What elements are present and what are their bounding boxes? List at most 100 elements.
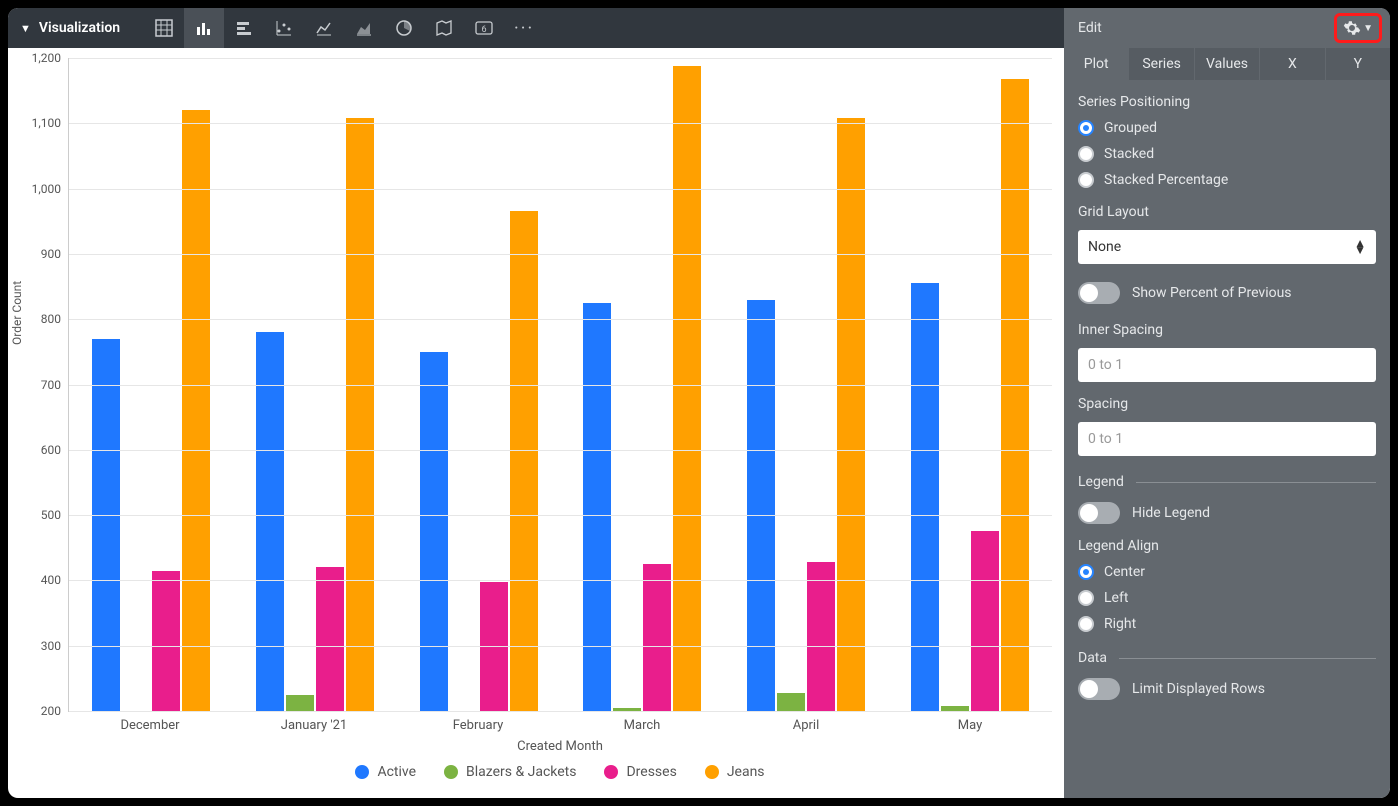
x-tick-label: December — [68, 712, 232, 733]
bar[interactable] — [420, 352, 448, 711]
spacing-input[interactable]: 0 to 1 — [1078, 422, 1376, 456]
tab-series[interactable]: Series — [1129, 48, 1194, 80]
gridline — [69, 515, 1052, 516]
bar[interactable] — [837, 118, 865, 711]
y-axis-label: Order Count — [10, 281, 24, 345]
gridline — [69, 580, 1052, 581]
tab-y[interactable]: Y — [1326, 48, 1390, 80]
y-tick-label: 1,100 — [32, 116, 69, 130]
inner-spacing-input[interactable]: 0 to 1 — [1078, 348, 1376, 382]
edit-title: Edit — [1078, 20, 1102, 36]
bar[interactable] — [152, 571, 180, 711]
data-section-header: Data — [1078, 650, 1107, 666]
gridline — [69, 189, 1052, 190]
legend-swatch — [705, 765, 719, 779]
legend-label: Dresses — [626, 764, 676, 780]
legend-label: Blazers & Jackets — [466, 764, 576, 780]
legend-swatch — [444, 765, 458, 779]
bar[interactable] — [286, 695, 314, 711]
legend-item[interactable]: Dresses — [604, 764, 676, 780]
grid-layout-select[interactable]: None ▲▼ — [1078, 230, 1376, 264]
show-percent-label: Show Percent of Previous — [1132, 285, 1292, 301]
x-axis-label: Created Month — [68, 733, 1052, 764]
bar[interactable] — [1001, 79, 1029, 711]
chart-type-picker: 6 ··· — [144, 8, 544, 48]
radio-align-center[interactable]: Center — [1078, 564, 1376, 580]
tab-x[interactable]: X — [1260, 48, 1325, 80]
radio-align-right[interactable]: Right — [1078, 616, 1376, 632]
bar[interactable] — [182, 110, 210, 711]
chart-container: Order Count 2003004005006007008009001,00… — [8, 48, 1064, 798]
grid-layout-label: Grid Layout — [1078, 204, 1376, 220]
chart-type-line[interactable] — [304, 8, 344, 48]
gridline — [69, 385, 1052, 386]
legend-align-label: Legend Align — [1078, 538, 1376, 554]
toggle-hide-legend[interactable] — [1078, 502, 1120, 524]
legend-section-header: Legend — [1078, 474, 1124, 490]
y-tick-label: 1,000 — [32, 182, 69, 196]
y-tick-label: 500 — [41, 508, 69, 522]
plot-area: 2003004005006007008009001,0001,1001,200 — [68, 58, 1052, 712]
edit-tabs: Plot Series Values X Y — [1064, 48, 1390, 80]
left-panel: ▼ Visualization 6 ··· Order Count — [8, 8, 1064, 798]
bar[interactable] — [316, 567, 344, 711]
chart-type-bar[interactable] — [184, 8, 224, 48]
tab-values[interactable]: Values — [1195, 48, 1260, 80]
legend-item[interactable]: Blazers & Jackets — [444, 764, 576, 780]
chart-type-scatter[interactable] — [264, 8, 304, 48]
panel-title-toggle[interactable]: ▼ Visualization — [20, 20, 120, 36]
spacing-label: Spacing — [1078, 396, 1376, 412]
bar[interactable] — [971, 531, 999, 711]
chart-type-horizontal-bar[interactable] — [224, 8, 264, 48]
series-positioning-label: Series Positioning — [1078, 94, 1376, 110]
select-arrows-icon: ▲▼ — [1354, 240, 1366, 254]
bar[interactable] — [911, 283, 939, 711]
bar[interactable] — [92, 339, 120, 711]
bar[interactable] — [256, 332, 284, 711]
x-tick-label: March — [560, 712, 724, 733]
chevron-down-icon: ▼ — [1363, 23, 1373, 34]
y-tick-label: 200 — [41, 704, 69, 718]
chart-type-area[interactable] — [344, 8, 384, 48]
radio-align-left[interactable]: Left — [1078, 590, 1376, 606]
chart-type-pie[interactable] — [384, 8, 424, 48]
settings-menu-button[interactable]: ▼ — [1334, 13, 1382, 43]
x-tick-label: May — [888, 712, 1052, 733]
y-tick-label: 300 — [41, 639, 69, 653]
radio-stacked[interactable]: Stacked — [1078, 146, 1376, 162]
toggle-limit-rows[interactable] — [1078, 678, 1120, 700]
y-tick-label: 800 — [41, 312, 69, 326]
radio-stacked-percentage[interactable]: Stacked Percentage — [1078, 172, 1376, 188]
x-tick-label: February — [396, 712, 560, 733]
bar[interactable] — [583, 303, 611, 711]
legend-item[interactable]: Jeans — [705, 764, 765, 780]
bar[interactable] — [346, 118, 374, 711]
y-tick-label: 900 — [41, 247, 69, 261]
bar[interactable] — [777, 693, 805, 711]
bar[interactable] — [510, 211, 538, 711]
edit-panel: Edit ▼ Plot Series Values X Y Series Pos… — [1064, 8, 1390, 798]
chart-type-single-value[interactable]: 6 — [464, 8, 504, 48]
collapse-triangle-icon: ▼ — [20, 22, 31, 35]
bar[interactable] — [747, 300, 775, 711]
tab-plot[interactable]: Plot — [1064, 48, 1129, 80]
chart-legend: Active Blazers & Jackets Dresses Jeans — [68, 764, 1052, 792]
radio-grouped[interactable]: Grouped — [1078, 120, 1376, 136]
gridline — [69, 646, 1052, 647]
bar[interactable] — [673, 66, 701, 711]
x-axis-labels: DecemberJanuary '21FebruaryMarchAprilMay — [68, 712, 1052, 733]
toggle-show-percent[interactable] — [1078, 282, 1120, 304]
legend-swatch — [355, 765, 369, 779]
bar[interactable] — [643, 564, 671, 711]
y-tick-label: 400 — [41, 573, 69, 587]
chart-type-more[interactable]: ··· — [504, 8, 544, 48]
chart-type-map[interactable] — [424, 8, 464, 48]
panel-title: Visualization — [39, 20, 120, 36]
gear-icon — [1343, 19, 1361, 37]
bar[interactable] — [807, 562, 835, 711]
legend-item[interactable]: Active — [355, 764, 416, 780]
app-window: ▼ Visualization 6 ··· Order Count — [8, 8, 1390, 798]
chart-type-table[interactable] — [144, 8, 184, 48]
legend-swatch — [604, 765, 618, 779]
x-tick-label: January '21 — [232, 712, 396, 733]
